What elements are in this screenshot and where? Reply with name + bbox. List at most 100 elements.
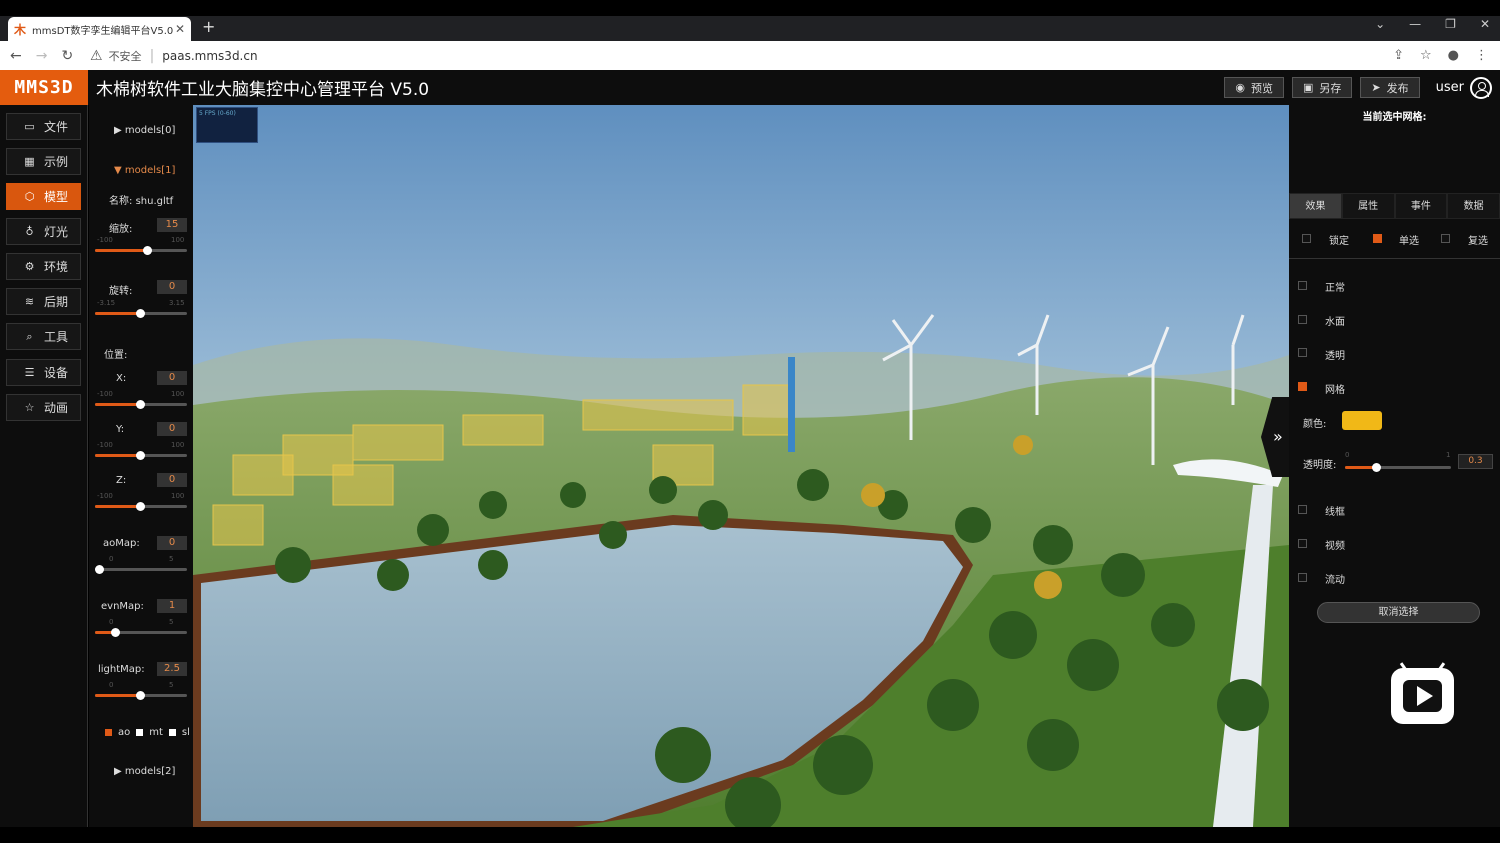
envmap-input[interactable]: 1 [157,599,187,613]
nav-item-tools[interactable]: ⌕ 工具 [6,323,81,350]
lightmap-max: 5 [169,681,174,689]
bookmark-star-icon[interactable]: ☆ [1420,48,1432,63]
tab-search-icon[interactable]: ⌄ [1375,17,1385,31]
scale-slider-handle[interactable] [143,246,152,255]
back-icon[interactable]: ← [10,48,22,64]
x-slider-handle[interactable] [136,400,145,409]
lightmap-input[interactable]: 2.5 [157,662,187,676]
nav-item-model[interactable]: ⬡ 模型 [6,183,81,210]
effect-wireframe-checkbox[interactable] [1298,505,1307,514]
x-input[interactable]: 0 [157,371,187,385]
nav-item-animation[interactable]: ☆ 动画 [6,394,81,421]
3d-viewport[interactable]: » [193,105,1289,827]
effect-grid-checkbox[interactable] [1298,382,1307,391]
effect-video-label: 视频 [1325,541,1345,552]
scale-input[interactable]: 15 [157,218,187,232]
share-icon[interactable]: ⇪ [1393,48,1404,63]
models-group-label: models[0] [124,125,176,136]
z-input[interactable]: 0 [157,473,187,487]
new-tab-icon[interactable]: + [202,17,215,36]
browser-menu-icon[interactable]: ⋮ [1475,48,1488,63]
screen-top-bar [0,0,1500,16]
nav-item-light[interactable]: ♁ 灯光 [6,218,81,245]
layers-icon: ≋ [24,295,35,308]
nav-label: 文件 [44,120,69,134]
opacity-input[interactable]: 0.3 [1458,454,1493,469]
tab-events[interactable]: 事件 [1394,193,1448,219]
effect-flow-checkbox[interactable] [1298,573,1307,582]
deselect-button[interactable]: 取消选择 [1317,602,1480,623]
eye-icon: ◉ [1235,81,1246,94]
list-icon: ☰ [24,366,35,379]
multi-select-checkbox[interactable] [1441,234,1450,243]
model-name: 名称: shu.gltf [109,192,173,207]
maximize-icon[interactable]: ❐ [1445,17,1456,31]
tab-properties[interactable]: 属性 [1341,193,1395,219]
reload-icon[interactable]: ↻ [61,48,73,64]
effect-water-checkbox[interactable] [1298,315,1307,324]
effect-normal-label: 正常 [1325,283,1345,294]
single-select-checkbox[interactable] [1373,234,1382,243]
lock-checkbox[interactable] [1302,234,1311,243]
nav-label: 灯光 [44,225,69,239]
color-swatch[interactable] [1342,411,1382,430]
x-max: 100 [171,390,185,398]
ao-checkbox[interactable] [105,729,112,736]
window-controls: ⌄ — ❐ ✕ [1375,17,1490,31]
z-slider-handle[interactable] [136,502,145,511]
preview-button[interactable]: ◉ 预览 [1224,77,1285,98]
warning-icon[interactable]: ⚠ [90,48,103,64]
y-max: 100 [171,441,185,449]
minimize-icon[interactable]: — [1409,17,1421,31]
nav-item-post[interactable]: ≋ 后期 [6,288,81,315]
address-bar: ← → ↻ ⚠ 不安全 | paas.mms3d.cn ⇪ ☆ ● ⋮ [0,41,1500,70]
rotate-input[interactable]: 0 [157,280,187,294]
tab-effects[interactable]: 效果 [1289,193,1342,219]
lightmap-label: lightMap: [98,664,145,675]
models-group-0[interactable]: ▶ models[0] [114,125,175,136]
position-label: 位置: [104,350,128,361]
user-menu[interactable]: user [1436,76,1492,99]
y-slider-fill [95,454,141,457]
rotate-slider-handle[interactable] [136,309,145,318]
nav-item-file[interactable]: ▭ 文件 [6,113,81,140]
mt-label: mt [149,727,163,738]
scale-label: 缩放: [109,224,133,235]
save-as-button[interactable]: ▣ 另存 [1292,77,1353,98]
sl-checkbox[interactable] [168,729,176,736]
models-group-1[interactable]: ▼ models[1] [114,165,175,176]
z-min: -100 [97,492,113,500]
effect-video-checkbox[interactable] [1298,539,1307,548]
tab-title: mmsDT数字孪生编辑平台V5.0 [32,25,174,37]
effect-normal-checkbox[interactable] [1298,281,1307,290]
forward-icon[interactable]: → [36,48,48,64]
browser-tab[interactable]: 木 mmsDT数字孪生编辑平台V5.0 ✕ [8,17,191,41]
effect-transparent-checkbox[interactable] [1298,348,1307,357]
opacity-max: 1 [1446,451,1451,459]
save-icon: ▣ [1303,81,1314,94]
url-field[interactable]: paas.mms3d.cn [162,49,257,63]
y-slider-handle[interactable] [136,451,145,460]
envmap-slider-handle[interactable] [111,628,120,637]
aomap-input[interactable]: 0 [157,536,187,550]
security-label[interactable]: 不安全 [109,48,142,64]
aomap-min: 0 [109,555,114,563]
nav-item-examples[interactable]: ▦ 示例 [6,148,81,175]
close-tab-icon[interactable]: ✕ [175,22,185,36]
opacity-slider-handle[interactable] [1372,463,1381,472]
publish-button[interactable]: ➤ 发布 [1360,77,1420,98]
close-window-icon[interactable]: ✕ [1480,17,1490,31]
nav-item-environment[interactable]: ⚙ 环境 [6,253,81,280]
aomap-max: 5 [169,555,174,563]
nav-item-devices[interactable]: ☰ 设备 [6,359,81,386]
aomap-slider-handle[interactable] [95,565,104,574]
mt-checkbox[interactable] [136,729,144,736]
effect-wireframe-label: 线框 [1325,507,1345,518]
profile-icon[interactable]: ● [1448,48,1459,63]
aomap-slider[interactable] [95,568,187,571]
lightmap-slider-handle[interactable] [136,691,145,700]
models-group-2[interactable]: ▶ models[2] [114,766,175,777]
tab-data[interactable]: 数据 [1447,193,1500,219]
publish-label: 发布 [1386,81,1409,95]
y-input[interactable]: 0 [157,422,187,436]
